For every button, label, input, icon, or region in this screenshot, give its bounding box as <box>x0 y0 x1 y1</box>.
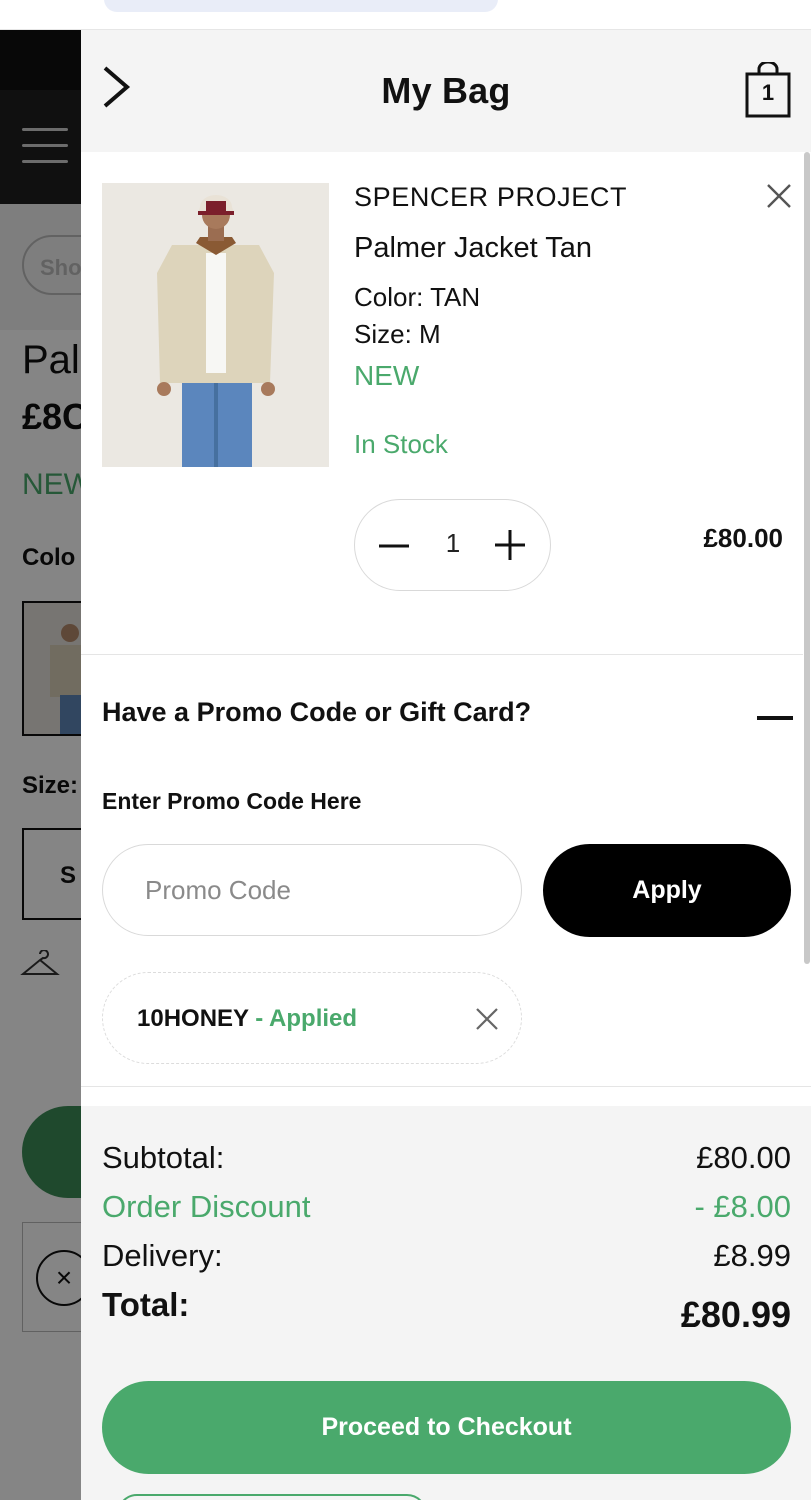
line-price: £80.00 <box>703 523 783 553</box>
applied-code-chip: 10HONEY - Applied <box>102 972 522 1064</box>
secondary-button-edge[interactable] <box>117 1494 427 1500</box>
product-color: Color: TAN <box>354 282 481 312</box>
bag-drawer: My Bag 1 SPENCER PROJECT Palmer Jacket T… <box>81 30 811 1500</box>
total-label: Total: <box>102 1286 190 1323</box>
product-image[interactable] <box>102 183 329 467</box>
subtotal-label: Subtotal: <box>102 1140 225 1175</box>
minus-icon[interactable] <box>377 530 411 562</box>
bag-count: 1 <box>761 80 775 105</box>
discount-value: - £8.00 <box>694 1189 791 1224</box>
browser-top-strip <box>0 0 811 30</box>
close-icon[interactable] <box>765 182 793 210</box>
apply-button[interactable]: Apply <box>543 844 791 937</box>
discount-label: Order Discount <box>102 1189 311 1224</box>
quantity-stepper: 1 <box>354 499 551 591</box>
subtotal-row: Subtotal: £80.00 <box>102 1140 791 1180</box>
drawer-header: My Bag 1 <box>81 30 811 152</box>
promo-label: Enter Promo Code Here <box>102 788 362 814</box>
discount-row: Order Discount - £8.00 <box>102 1189 791 1229</box>
plus-icon[interactable] <box>493 528 527 562</box>
checkout-button[interactable]: Proceed to Checkout <box>102 1381 791 1474</box>
page-title: My Bag <box>381 70 511 111</box>
scrollbar[interactable] <box>804 152 810 964</box>
collapse-toggle[interactable] <box>757 716 793 720</box>
shopping-bag-icon[interactable]: 1 <box>745 62 791 118</box>
product-size: Size: M <box>354 319 441 349</box>
applied-status: - Applied <box>248 1005 358 1032</box>
promo-code-input[interactable] <box>102 844 522 936</box>
applied-code: 10HONEY <box>137 1005 249 1032</box>
stock-status: In Stock <box>354 429 448 459</box>
subtotal-value: £80.00 <box>696 1140 791 1175</box>
applied-code-text: 10HONEY - Applied <box>137 1005 357 1033</box>
divider <box>81 654 803 655</box>
new-badge: NEW <box>354 360 420 391</box>
cart-item: SPENCER PROJECT Palmer Jacket Tan Color:… <box>81 152 803 654</box>
total-row: Total: £80.99 <box>102 1286 791 1335</box>
product-brand: SPENCER PROJECT <box>354 182 628 212</box>
promo-heading[interactable]: Have a Promo Code or Gift Card? <box>102 697 531 728</box>
delivery-row: Delivery: £8.99 <box>102 1238 791 1278</box>
delivery-label: Delivery: <box>102 1238 223 1273</box>
close-icon[interactable] <box>475 1007 499 1031</box>
quantity-value: 1 <box>445 528 461 558</box>
address-bar <box>104 0 498 12</box>
total-value: £80.99 <box>680 1294 791 1335</box>
divider <box>81 1086 811 1087</box>
delivery-value: £8.99 <box>713 1238 791 1273</box>
product-name[interactable]: Palmer Jacket Tan <box>354 232 592 265</box>
order-summary: Subtotal: £80.00 Order Discount - £8.00 … <box>81 1106 811 1500</box>
